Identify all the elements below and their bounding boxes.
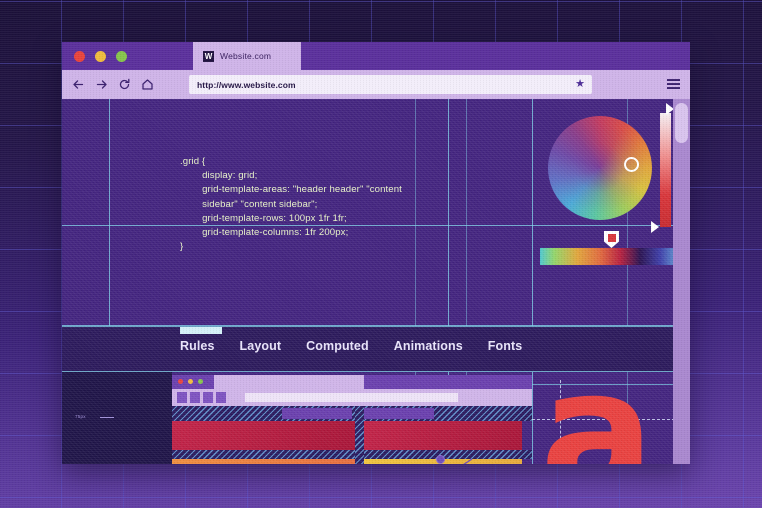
maximize-window-button[interactable] (116, 51, 127, 62)
arrow-right-icon[interactable] (95, 78, 108, 91)
tab-rules[interactable]: Rules (180, 339, 215, 353)
color-picker (532, 99, 690, 372)
tab-computed[interactable]: Computed (306, 339, 369, 353)
reload-icon[interactable] (118, 78, 131, 91)
url-text: http://www.website.com (197, 79, 296, 90)
mini-close-button[interactable] (178, 379, 183, 384)
grid-area-chip (364, 408, 434, 419)
grid-cell-header (172, 421, 355, 450)
grid-overlay-stage (172, 406, 532, 464)
scrollbar-thumb[interactable] (675, 103, 688, 143)
browser-toolbar: http://www.website.com ★ (62, 70, 690, 99)
devtools-panel: .grid { display: grid; grid-template-are… (62, 99, 690, 464)
grid-gap-row (172, 406, 532, 421)
minimize-window-button[interactable] (95, 51, 106, 62)
star-icon[interactable]: ★ (575, 79, 585, 90)
measurement-label: 75px (75, 414, 86, 419)
hamburger-icon[interactable] (667, 79, 680, 89)
grid-gap-row (172, 450, 532, 459)
scrollbar-track[interactable] (673, 99, 690, 464)
mini-address-bar[interactable] (245, 393, 458, 402)
mini-button[interactable] (216, 392, 226, 403)
navigation-controls (62, 78, 154, 91)
active-tab-indicator (180, 327, 222, 334)
grid-area-chip (282, 408, 352, 419)
tab-fonts[interactable]: Fonts (488, 339, 523, 353)
browser-tab-label: Website.com (220, 51, 272, 61)
mini-toolbar-buttons[interactable] (177, 392, 226, 403)
grid-cell-content (172, 459, 355, 464)
mini-window-controls[interactable] (178, 379, 203, 384)
mini-button[interactable] (203, 392, 213, 403)
font-preview-panel: a (532, 372, 690, 464)
grid-inspector: 75px 25px (62, 372, 532, 464)
color-wheel-cursor[interactable] (624, 157, 639, 172)
close-window-button[interactable] (74, 51, 85, 62)
address-bar[interactable]: http://www.website.com ★ (189, 75, 592, 94)
mini-browser-tab[interactable] (214, 375, 364, 389)
arrow-left-icon[interactable] (72, 78, 85, 91)
mini-maximize-button[interactable] (198, 379, 203, 384)
screenshot-root: W Website.com http://www.website.com ★ .… (0, 0, 762, 508)
grid-gap-column (355, 406, 364, 464)
home-icon[interactable] (141, 78, 154, 91)
brightness-slider-handle[interactable] (651, 221, 659, 233)
color-wheel[interactable] (548, 116, 652, 220)
easing-curve-handle[interactable] (436, 455, 445, 464)
mini-button[interactable] (177, 392, 187, 403)
tab-animations[interactable]: Animations (394, 339, 463, 353)
favicon-icon: W (203, 50, 214, 62)
css-code-block: .grid { display: grid; grid-template-are… (180, 156, 402, 253)
brightness-slider[interactable] (660, 113, 671, 227)
gradient-stop-swatch (607, 234, 616, 242)
tab-layout[interactable]: Layout (240, 339, 282, 353)
mini-button[interactable] (190, 392, 200, 403)
browser-tab[interactable]: W Website.com (193, 42, 301, 70)
gradient-strip[interactable] (540, 248, 683, 265)
devtools-tabs: Rules Layout Computed Animations Fonts (180, 339, 522, 353)
mini-minimize-button[interactable] (188, 379, 193, 384)
measurement-leader (100, 417, 114, 418)
browser-window: W Website.com http://www.website.com ★ .… (62, 42, 690, 464)
glyph-preview: a (540, 372, 655, 464)
browser-titlebar: W Website.com (62, 42, 690, 70)
gradient-stop-handle[interactable] (604, 231, 619, 248)
window-controls[interactable] (74, 51, 127, 62)
grid-cell-header (364, 421, 522, 450)
